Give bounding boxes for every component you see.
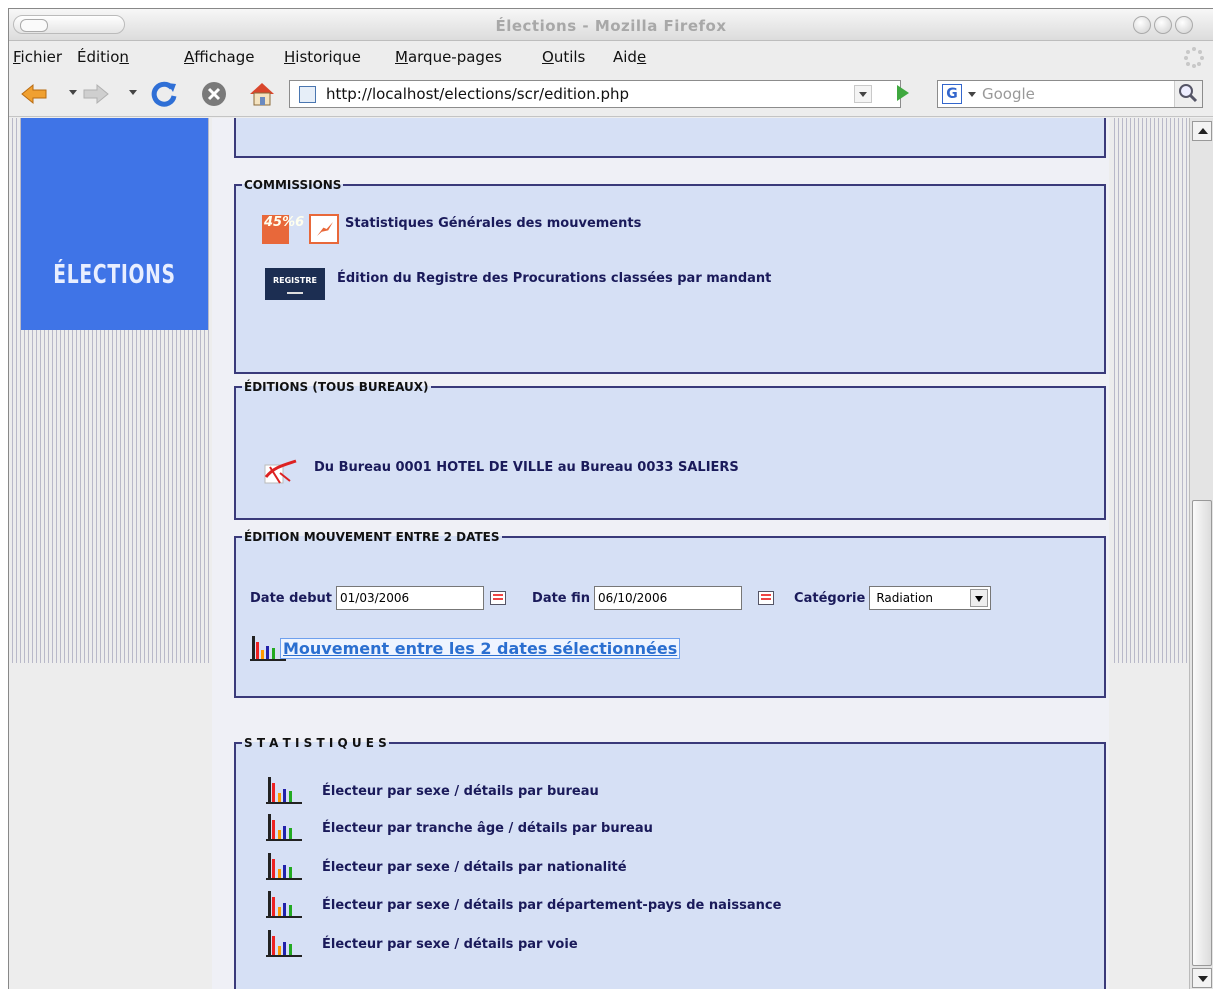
navigation-toolbar: http://localhost/elections/scr/edition.p… <box>9 73 1213 117</box>
reload-button[interactable] <box>149 79 179 109</box>
title-bar: Élections - Mozilla Firefox <box>9 9 1213 41</box>
stat-item-age-bureau[interactable]: Électeur par tranche âge / détails par b… <box>266 813 653 843</box>
scroll-up-button[interactable] <box>1192 121 1212 141</box>
menu-marque-pages[interactable]: Marque-pages <box>395 48 502 66</box>
close-window-button[interactable] <box>1175 16 1193 34</box>
window-title: Élections - Mozilla Firefox <box>495 17 727 35</box>
menu-bar: Fichier Édition Affichage Historique Mar… <box>9 42 1213 72</box>
page-viewport: ÉLECTIONS COMMISSIONS 45%6 Statistiques … <box>9 118 1189 989</box>
date-debut-calendar-icon[interactable] <box>490 591 507 605</box>
date-debut-input[interactable] <box>336 586 485 610</box>
bar-chart-icon <box>266 929 306 959</box>
go-button[interactable] <box>897 85 909 101</box>
bar-chart-icon <box>266 890 306 920</box>
search-button[interactable] <box>1174 81 1202 107</box>
mouvement-entre-dates-link[interactable]: Mouvement entre les 2 dates sélectionnée… <box>280 637 681 659</box>
registre-procurations-link[interactable]: REGISTRE Édition du Registre des Procura… <box>265 268 771 300</box>
previous-section-box <box>234 118 1106 158</box>
magnifier-icon <box>1179 84 1198 103</box>
bar-chart-icon <box>266 852 306 882</box>
url-text: http://localhost/elections/scr/edition.p… <box>326 85 630 103</box>
scroll-thumb[interactable] <box>1192 500 1212 966</box>
back-arrow-icon <box>21 83 47 105</box>
forward-button[interactable] <box>81 79 111 109</box>
menu-fichier[interactable]: Fichier <box>13 48 62 66</box>
mouvement-legend: ÉDITION MOUVEMENT ENTRE 2 DATES <box>244 530 500 544</box>
editions-section: ÉDITIONS (TOUS BUREAUX) <box>234 380 1106 520</box>
stat-item-sexe-naissance[interactable]: Électeur par sexe / détails par départem… <box>266 890 781 920</box>
reload-icon <box>151 81 177 107</box>
bar-chart-icon <box>250 633 290 663</box>
statistiques-legend: S T A T I S T I Q U E S <box>244 736 387 750</box>
menu-outils[interactable]: Outils <box>542 48 585 66</box>
forward-history-dropdown[interactable] <box>129 90 137 95</box>
registre-procurations-label: Édition du Registre des Procurations cla… <box>337 270 772 286</box>
stat-item-sexe-voie[interactable]: Électeur par sexe / détails par voie <box>266 929 578 959</box>
browser-window: Élections - Mozilla Firefox Fichier Édit… <box>8 8 1213 989</box>
categorie-label: Catégorie <box>794 590 866 606</box>
search-box[interactable]: G Google <box>937 80 1203 108</box>
back-history-dropdown[interactable] <box>69 90 77 95</box>
categorie-select[interactable]: Radiation <box>869 586 992 610</box>
editions-bureaux-link[interactable]: Du Bureau 0001 HOTEL DE VILLE au Bureau … <box>264 455 739 485</box>
home-button[interactable] <box>247 79 277 109</box>
search-placeholder: Google <box>982 85 1035 103</box>
throbber-icon <box>1184 47 1204 68</box>
registre-icon: REGISTRE <box>265 268 325 300</box>
stop-icon <box>202 82 226 106</box>
stop-button[interactable] <box>199 79 229 109</box>
commissions-legend: COMMISSIONS <box>244 178 342 192</box>
date-fin-calendar-icon[interactable] <box>758 591 775 605</box>
date-fin-input[interactable] <box>594 586 743 610</box>
vertical-scrollbar[interactable] <box>1189 118 1213 989</box>
bar-chart-icon <box>266 776 306 806</box>
forward-arrow-icon <box>83 83 109 105</box>
search-engine-dropdown[interactable] <box>968 92 976 97</box>
pdf-icon <box>264 459 297 484</box>
stats-mouvements-link[interactable]: 45%6 Statistiques Générales des mouvemen… <box>262 214 641 244</box>
stat-item-label: Électeur par sexe / détails par bureau <box>322 783 599 799</box>
scroll-down-button[interactable] <box>1192 968 1212 988</box>
editions-bureaux-label: Du Bureau 0001 HOTEL DE VILLE au Bureau … <box>314 459 739 475</box>
logo-text: ÉLECTIONS <box>53 260 176 290</box>
movement-icon <box>309 214 339 244</box>
stats-mouvements-label: Statistiques Générales des mouvements <box>345 215 642 231</box>
right-decoration <box>1111 118 1189 663</box>
url-history-dropdown[interactable] <box>854 85 872 103</box>
categorie-dropdown-arrow[interactable] <box>970 589 989 607</box>
editions-legend: ÉDITIONS (TOUS BUREAUX) <box>244 380 429 394</box>
menu-aide[interactable]: Aide <box>613 48 646 66</box>
stat-item-label: Électeur par sexe / détails par national… <box>322 859 627 875</box>
url-bar[interactable]: http://localhost/elections/scr/edition.p… <box>289 80 901 108</box>
menu-edition[interactable]: Édition <box>77 48 129 66</box>
menu-affichage[interactable]: Affichage <box>184 48 254 66</box>
stat-item-label: Électeur par tranche âge / détails par b… <box>322 820 653 836</box>
menu-historique[interactable]: Historique <box>284 48 361 66</box>
home-icon <box>250 83 274 106</box>
date-debut-label: Date debut <box>250 590 333 606</box>
stat-item-sexe-nationalite[interactable]: Électeur par sexe / détails par national… <box>266 852 627 882</box>
stat-item-sexe-bureau[interactable]: Électeur par sexe / détails par bureau <box>266 776 599 806</box>
back-button[interactable] <box>19 79 49 109</box>
mouvement-filters: Date debut Date fin Catégorie Radiation <box>250 586 992 610</box>
minimize-button[interactable] <box>1133 16 1151 34</box>
page-content: COMMISSIONS 45%6 Statistiques Générales … <box>212 118 1109 989</box>
page-favicon-icon <box>299 86 316 103</box>
mouvement-link-row: Mouvement entre les 2 dates sélectionnée… <box>250 633 681 663</box>
elections-logo: ÉLECTIONS <box>21 118 208 330</box>
date-fin-label: Date fin <box>532 590 591 606</box>
maximize-button[interactable] <box>1154 16 1172 34</box>
percentage-icon: 45%6 <box>262 214 304 244</box>
google-engine-icon[interactable]: G <box>942 84 962 104</box>
stat-item-label: Électeur par sexe / détails par départem… <box>322 897 782 913</box>
bar-chart-icon <box>266 813 306 843</box>
stat-item-label: Électeur par sexe / détails par voie <box>322 936 578 952</box>
categorie-selected-value: Radiation <box>876 591 934 605</box>
mouvement-section: ÉDITION MOUVEMENT ENTRE 2 DATES <box>234 530 1106 698</box>
